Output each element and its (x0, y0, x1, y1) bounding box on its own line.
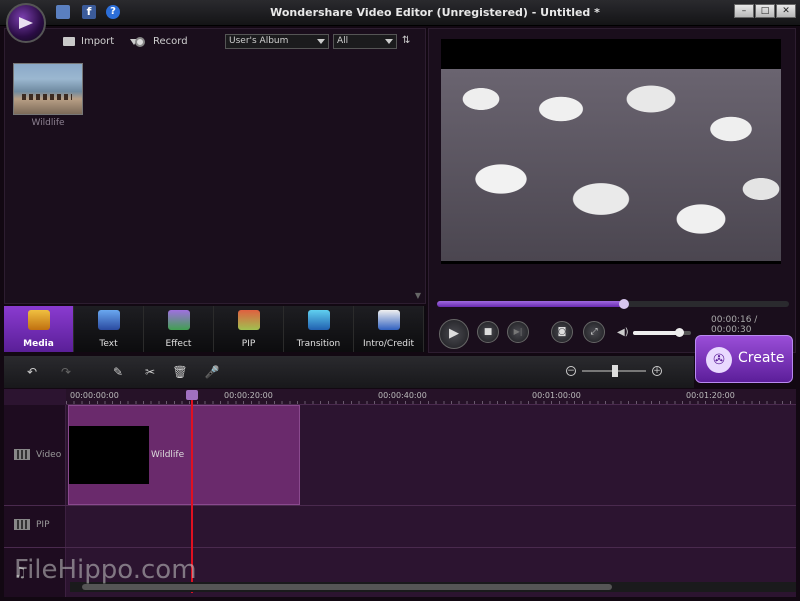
folder-icon (63, 37, 75, 46)
tab-effect[interactable]: Effect (144, 306, 214, 352)
track-divider (4, 505, 796, 506)
tab-text[interactable]: Text (74, 306, 144, 352)
record-label: Record (153, 36, 188, 47)
window-controls: – □ ✕ (734, 4, 796, 18)
volume-fill (633, 331, 680, 335)
play-button[interactable]: ▶ (439, 319, 469, 349)
media-item-label: Wildlife (31, 118, 65, 128)
intro-credit-icon (378, 310, 400, 330)
media-toolbar: Import Record User's Album All ⇅ (5, 29, 425, 55)
film-strip-icon (14, 449, 30, 460)
trash-icon[interactable]: 🗑 (172, 364, 188, 380)
chevron-down-icon (385, 39, 393, 44)
playhead-handle[interactable] (186, 390, 198, 400)
next-frame-button[interactable]: ▶| (507, 321, 529, 343)
record-button[interactable]: Record (135, 36, 188, 47)
redo-icon[interactable]: ↷ (58, 364, 74, 380)
create-label: Create (738, 350, 785, 366)
tab-transition[interactable]: Transition (284, 306, 354, 352)
maximize-button[interactable]: □ (755, 4, 775, 18)
film-strip-icon (14, 519, 30, 530)
tab-intro-credit[interactable]: Intro/Credit (354, 306, 424, 352)
filter-select[interactable]: All (333, 34, 397, 49)
scissors-icon[interactable]: ✂ (142, 364, 158, 380)
zoom-in-icon[interactable]: + (652, 366, 662, 376)
track-label-video: Video (14, 449, 61, 460)
tab-pip[interactable]: PIP (214, 306, 284, 352)
volume-icon[interactable]: ◀) (617, 327, 629, 338)
track-name: PIP (36, 519, 50, 530)
video-clip-wildlife[interactable]: Wildlife (68, 405, 300, 505)
time-ruler[interactable]: 00:00:00:00 00:00:20:00 00:00:40:00 00:0… (66, 389, 796, 405)
tab-label: Media (23, 339, 54, 349)
volume-slider[interactable] (633, 328, 691, 337)
video-frame-image (441, 69, 781, 261)
tab-label: Text (99, 339, 118, 349)
media-icon (28, 310, 50, 330)
text-icon (98, 310, 120, 330)
sort-icon[interactable]: ⇅ (402, 35, 414, 47)
category-tabs: Media Text Effect PIP Transition Intro/C… (4, 306, 426, 352)
tab-label: PIP (241, 339, 256, 349)
edit-icon[interactable]: ✎ (110, 364, 126, 380)
effect-icon (168, 310, 190, 330)
chevron-down-icon (317, 39, 325, 44)
import-button[interactable]: Import (63, 36, 139, 47)
watermark: FileHippo.com (14, 555, 197, 585)
media-library-panel: Import Record User's Album All ⇅ Wildlif… (4, 28, 426, 304)
app-logo-icon[interactable] (6, 3, 46, 43)
ruler-label: 00:00:20:00 (224, 391, 273, 400)
ruler-label: 00:01:00:00 (532, 391, 581, 400)
film-reel-icon: ✇ (706, 347, 732, 373)
preview-panel: 00:00:16 / 00:00:30 ▶ ■ ▶| ◙ ⤢ ◀) (428, 28, 796, 353)
tab-media[interactable]: Media (4, 306, 74, 352)
tab-label: Effect (165, 339, 192, 349)
pip-icon (238, 310, 260, 330)
media-thumbnail-wildlife[interactable] (13, 63, 83, 115)
clip-label: Wildlife (151, 450, 185, 460)
album-select-value: User's Album (229, 36, 289, 46)
import-label: Import (81, 36, 115, 47)
ruler-label: 00:00:40:00 (378, 391, 427, 400)
track-divider (4, 547, 796, 548)
record-icon (135, 36, 145, 47)
close-button[interactable]: ✕ (776, 4, 796, 18)
ruler-label: 00:00:00:00 (70, 391, 119, 400)
album-select[interactable]: User's Album (225, 34, 329, 49)
filter-select-value: All (337, 36, 349, 46)
ruler-label: 00:01:20:00 (686, 391, 735, 400)
create-button[interactable]: ✇ Create (695, 335, 793, 383)
playback-progress-bar[interactable] (437, 299, 789, 309)
timeline-toolbar: ↶ ↷ ✎ ✂ 🗑 🎤 − + (4, 356, 694, 388)
zoom-out-icon[interactable]: − (566, 366, 576, 376)
scroll-down-icon[interactable]: ▼ (415, 291, 421, 300)
snapshot-button[interactable]: ◙ (551, 321, 573, 343)
clip-thumbnail (69, 426, 149, 484)
progress-fill (437, 301, 624, 307)
tab-label: Transition (296, 339, 341, 349)
progress-handle[interactable] (618, 299, 629, 309)
tab-label: Intro/Credit (363, 339, 414, 349)
window-title: Wondershare Video Editor (Unregistered) … (270, 6, 600, 19)
stop-button[interactable]: ■ (477, 321, 499, 343)
volume-handle[interactable] (675, 328, 685, 337)
minimize-button[interactable]: – (734, 4, 754, 18)
undo-icon[interactable]: ↶ (24, 364, 40, 380)
transition-icon (308, 310, 330, 330)
video-preview[interactable] (441, 39, 781, 264)
fullscreen-button[interactable]: ⤢ (583, 321, 605, 343)
microphone-icon[interactable]: 🎤 (204, 364, 220, 380)
track-name: Video (36, 449, 62, 460)
timecode: 00:00:16 / 00:00:30 (711, 315, 758, 335)
zoom-slider[interactable] (582, 365, 646, 377)
zoom-handle[interactable] (612, 365, 618, 377)
title-bar: f ? Wondershare Video Editor (Unregister… (0, 0, 800, 43)
track-label-pip: PIP (14, 519, 50, 530)
